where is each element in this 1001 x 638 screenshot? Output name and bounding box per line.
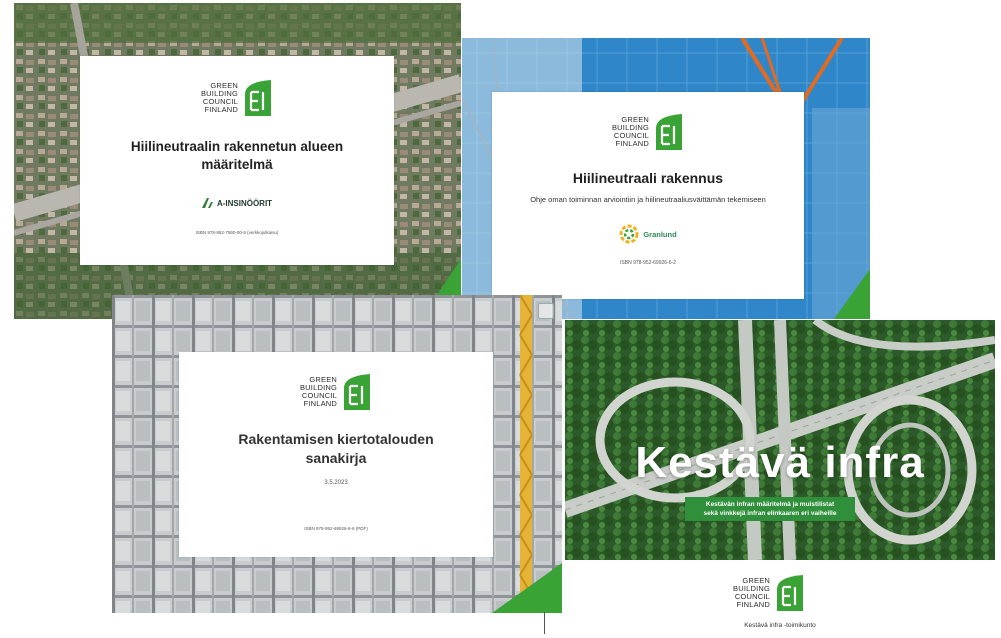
- gbc-logo: GREEN BUILDING COUNCIL FINLAND: [733, 575, 805, 611]
- divider-line: [544, 612, 545, 634]
- cover-footer: Kestävä infra -toimikunto: [744, 622, 816, 629]
- a-insinoorit-logo: A-INSINÖÖRIT: [201, 198, 272, 208]
- cover-title: Kestävä infra: [635, 438, 925, 487]
- subtitle-banner: Kestävän infran määritelmä ja muistilist…: [685, 497, 855, 521]
- gbc-leaf-icon: [656, 114, 683, 150]
- gbc-logo: GREEN BUILDING COUNCIL FINLAND: [201, 80, 273, 116]
- isbn-text: ISBN 978-952-7560-00-9 (verkkojulkaisu): [195, 230, 279, 235]
- cover-date: 3.5.2023: [324, 480, 348, 486]
- cover-kiertotalous-sanakirja[interactable]: GREEN BUILDING COUNCIL FINLAND Rakentamisen…: [112, 295, 562, 613]
- cover-title: Rakentamisen kiertotalouden sanakirja: [238, 431, 434, 466]
- cover-hiilineutraali-alue[interactable]: GREEN BUILDING COUNCIL FINLAND Hiilineutraa…: [14, 3, 461, 319]
- cover-title: Hiilineutraalin rakennetun alueen määrit…: [130, 139, 344, 172]
- cover-title: Hiilineutraali rakennus: [572, 170, 724, 186]
- cover-card: GREEN BUILDING COUNCIL FINLAND Hiilineutraa…: [492, 92, 804, 299]
- cover-card: GREEN BUILDING COUNCIL FINLAND Rakentamisen…: [179, 352, 493, 557]
- granlund-logo: Granlund: [619, 224, 677, 244]
- gbc-leaf-icon: [245, 80, 272, 116]
- gbc-logo: GREEN BUILDING COUNCIL FINLAND: [612, 114, 684, 150]
- cover-card: GREEN BUILDING COUNCIL FINLAND Hiilineutraa…: [80, 56, 394, 265]
- isbn-text: ISBN 978-952-69926-8-6 (PDF): [304, 526, 368, 531]
- gbc-logo-text: GREEN BUILDING COUNCIL FINLAND: [299, 375, 338, 408]
- expand-icon[interactable]: [538, 303, 554, 319]
- gbc-logo-text: GREEN BUILDING COUNCIL FINLAND: [611, 115, 650, 148]
- granlund-icon: [619, 224, 639, 244]
- isbn-text: ISBN 978-952-69926-6-2: [620, 260, 676, 266]
- green-corner-accent: [834, 269, 870, 319]
- cover-hiilineutraali-rakennus[interactable]: GREEN BUILDING COUNCIL FINLAND Hiilineutraa…: [462, 38, 870, 319]
- gbc-logo-text: GREEN BUILDING COUNCIL FINLAND: [200, 81, 239, 114]
- cover-subtitle: Ohje oman toiminnan arviointiin ja hiili…: [530, 195, 766, 204]
- gbc-logo: GREEN BUILDING COUNCIL FINLAND: [300, 374, 372, 410]
- gbc-leaf-icon: [344, 374, 371, 410]
- gbc-leaf-icon: [777, 575, 804, 611]
- cover-kestava-infra[interactable]: Kestävä infra Kestävän infran määritelmä…: [565, 320, 995, 638]
- gbc-logo-text: GREEN BUILDING COUNCIL FINLAND: [733, 576, 771, 609]
- a-insinoorit-icon: [201, 198, 213, 208]
- green-corner-accent: [492, 563, 562, 613]
